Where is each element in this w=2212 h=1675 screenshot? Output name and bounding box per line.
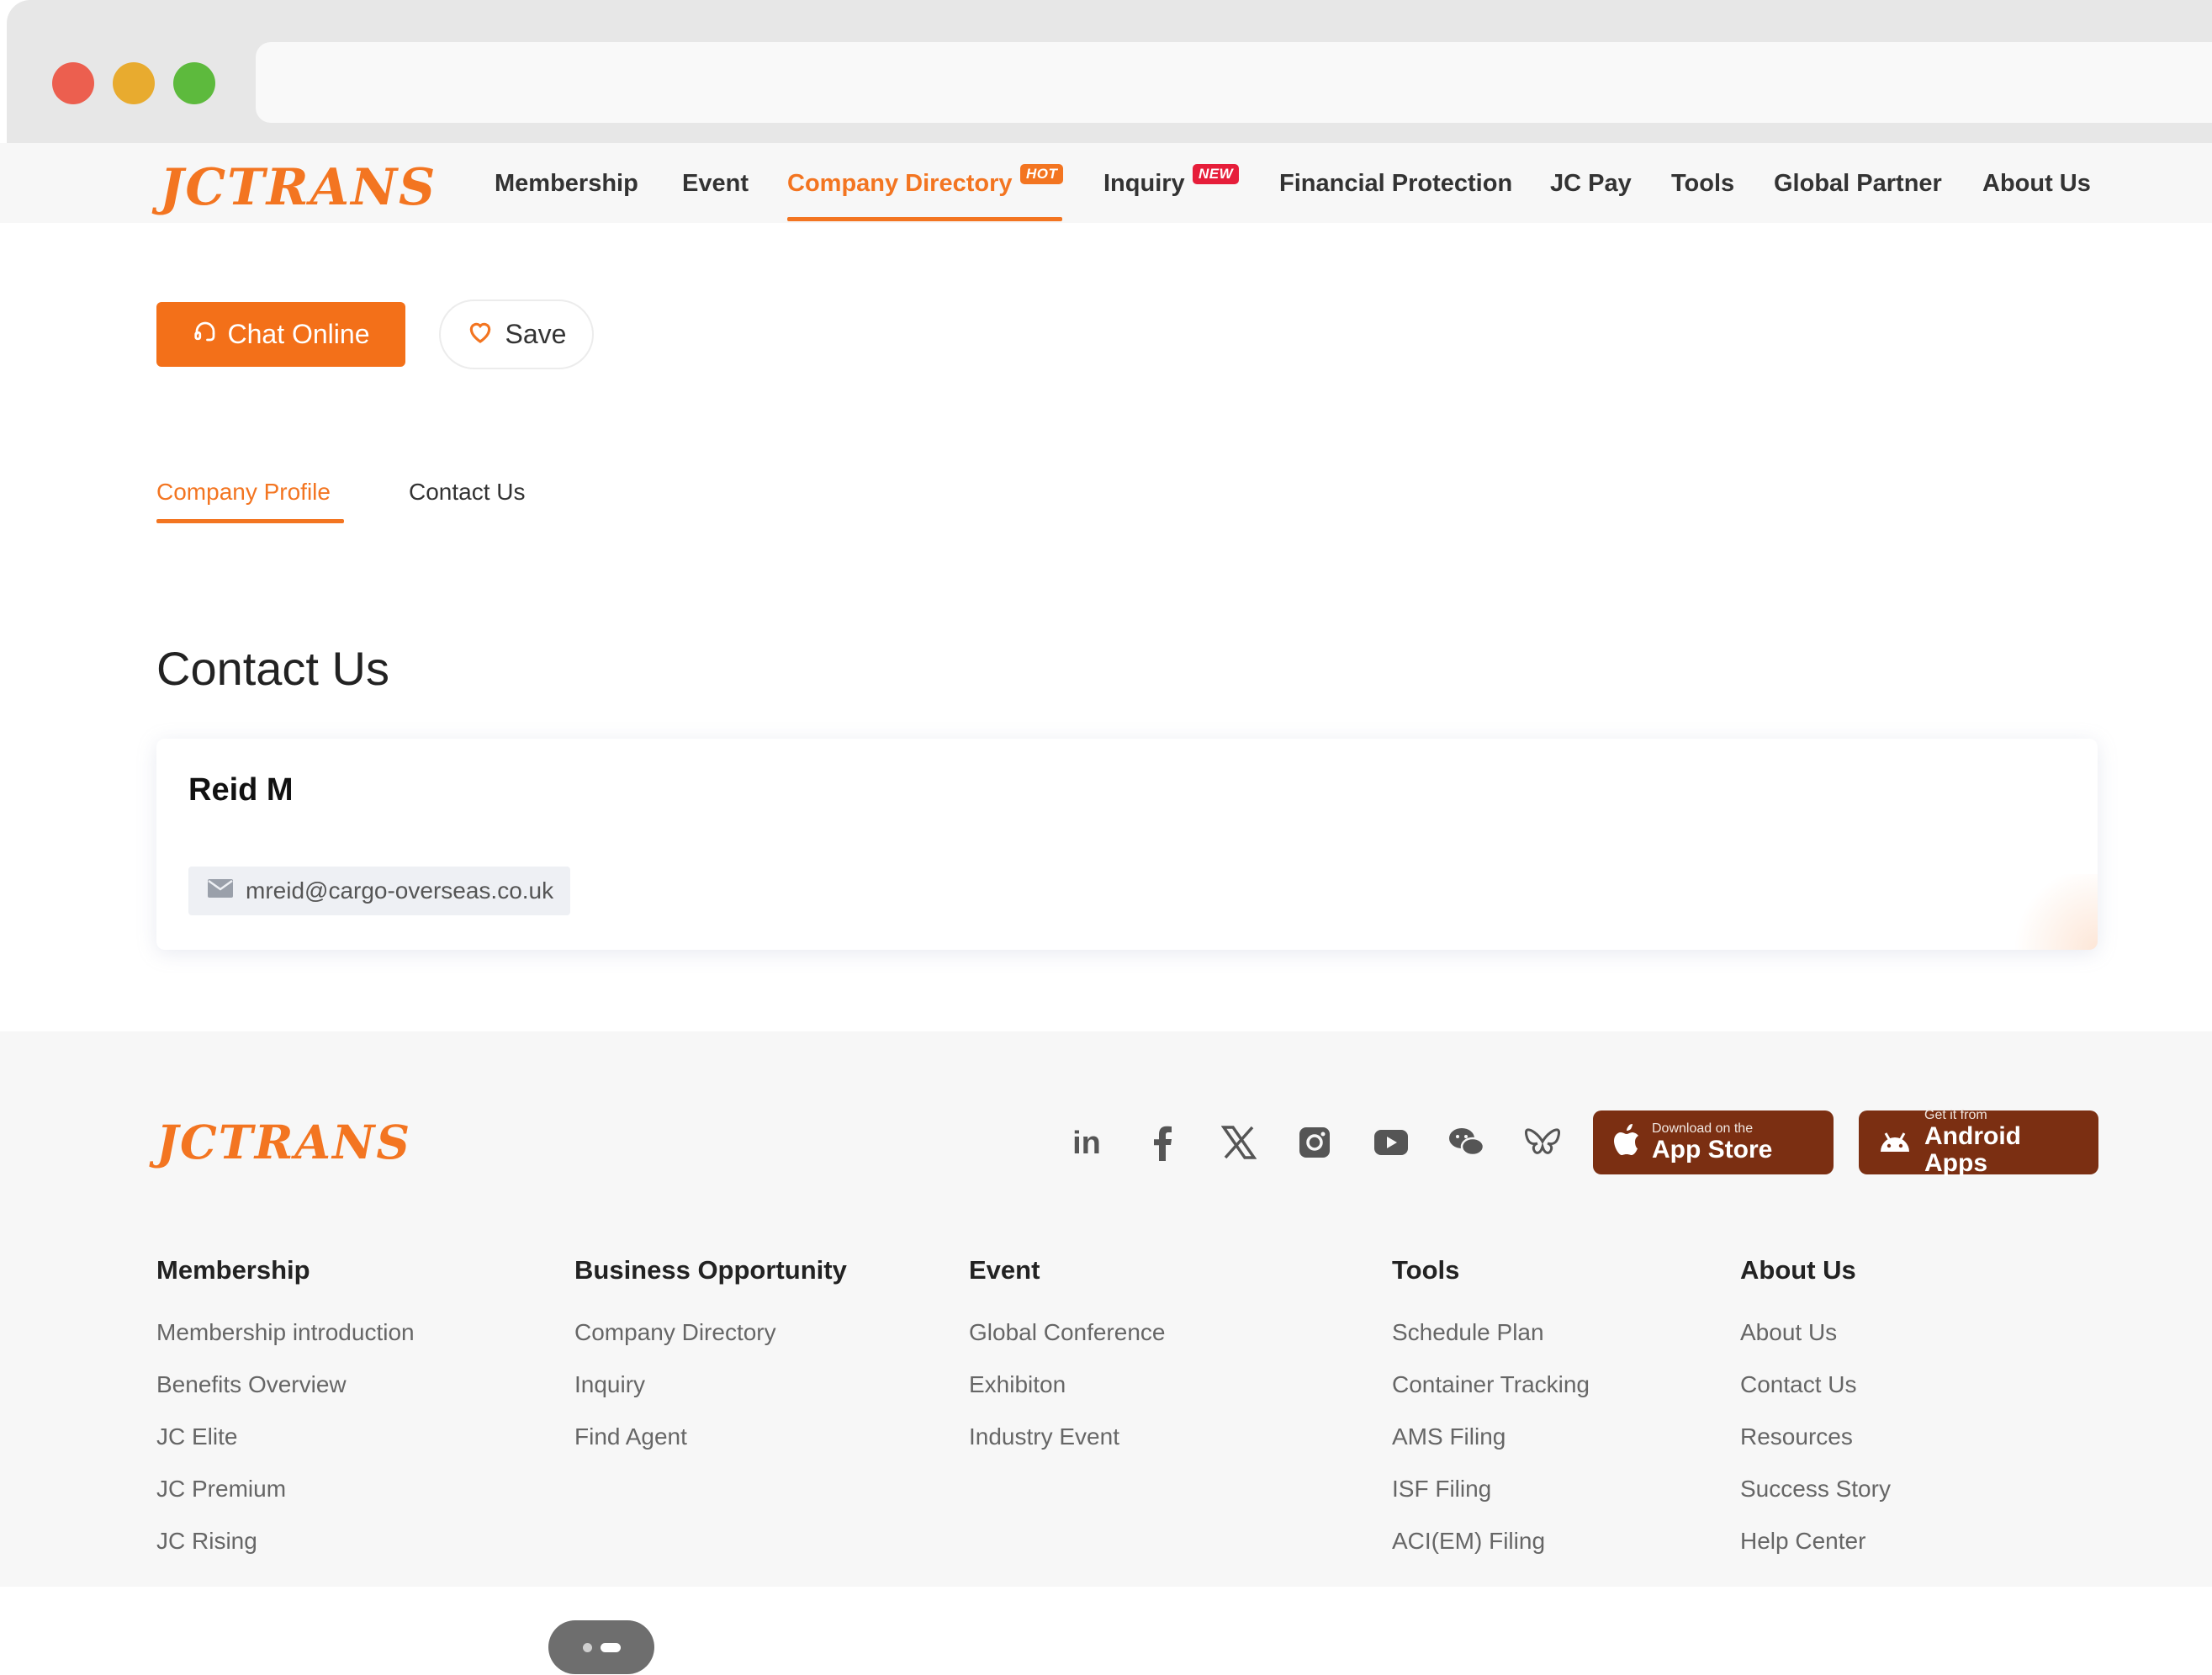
footer-link[interactable]: Find Agent [574,1421,687,1453]
footer-link[interactable]: Resources [1740,1421,1853,1453]
app-store-caption: Download on the [1652,1121,1754,1136]
carousel-pager[interactable] [548,1620,654,1674]
footer-cutoff [0,1565,2212,1587]
nav-company-directory[interactable]: Company Directory [787,167,1013,200]
window-close-button[interactable] [52,62,94,104]
android-label: Android Apps [1924,1122,2021,1177]
save-button[interactable]: Save [439,299,594,369]
footer-logo[interactable]: JCTRANS [156,1116,411,1169]
address-bar[interactable] [256,42,2212,123]
contact-card: Reid M mreid@cargo-overseas.co.uk [156,739,2098,950]
wechat-icon[interactable] [1443,1119,1490,1166]
footer-link[interactable]: Industry Event [969,1421,1119,1453]
nav-event[interactable]: Event [682,167,749,200]
pager-dot-active[interactable] [600,1642,621,1652]
footer-link[interactable]: JC Premium [156,1473,286,1505]
footer-heading: About Us [1740,1255,1856,1285]
footer-link[interactable]: Company Directory [574,1317,776,1349]
nav-inquiry[interactable]: Inquiry [1103,167,1185,200]
svg-text:in: in [1072,1126,1101,1159]
footer-logo-text: JCTRANS [156,1115,412,1169]
instagram-icon[interactable] [1291,1119,1338,1166]
footer-link[interactable]: Benefits Overview [156,1369,347,1401]
site-logo[interactable]: JCTRANS [160,158,437,217]
section-title: Contact Us [156,642,389,695]
nav-financial-protection[interactable]: Financial Protection [1279,167,1512,200]
footer-link[interactable]: JC Rising [156,1525,257,1557]
footer-heading: Tools [1392,1255,1460,1285]
logo-text: JCTRANS [160,158,437,217]
youtube-icon[interactable] [1368,1119,1415,1166]
browser-chrome [7,0,2212,143]
new-badge: NEW [1193,164,1240,184]
footer-link[interactable]: Exhibiton [969,1369,1066,1401]
x-icon[interactable] [1215,1119,1262,1166]
footer-link[interactable]: ACI(EM) Filing [1392,1525,1545,1557]
nav-membership[interactable]: Membership [495,167,638,200]
footer-link[interactable]: AMS Filing [1392,1421,1506,1453]
linkedin-icon[interactable]: in [1063,1119,1110,1166]
window-maximize-button[interactable] [173,62,215,104]
nav-global-partner[interactable]: Global Partner [1774,167,1942,200]
heart-icon [467,319,494,351]
facebook-icon[interactable] [1139,1119,1186,1166]
contact-email: mreid@cargo-overseas.co.uk [246,877,554,904]
card-decoration [2005,874,2098,950]
chat-online-button[interactable]: Chat Online [156,302,405,367]
footer-link[interactable]: Help Center [1740,1525,1865,1557]
save-label: Save [505,319,567,349]
android-caption: Get it from [1924,1108,1987,1122]
tab-active-indicator [156,519,344,523]
tab-company-profile[interactable]: Company Profile [156,476,331,508]
android-icon [1877,1126,1913,1159]
nav-jc-pay[interactable]: JC Pay [1550,167,1632,200]
app-store-text: Download on the App Store [1652,1121,1772,1163]
window-minimize-button[interactable] [113,62,155,104]
apple-icon [1611,1123,1640,1162]
app-store-button[interactable]: Download on the App Store [1593,1110,1834,1174]
footer-link[interactable]: Contact Us [1740,1369,1857,1401]
footer-link[interactable]: JC Elite [156,1421,237,1453]
footer-link[interactable]: Global Conference [969,1317,1165,1349]
footer-link[interactable]: Success Story [1740,1473,1891,1505]
footer-link[interactable]: About Us [1740,1317,1837,1349]
chat-online-label: Chat Online [227,319,370,349]
footer-heading: Event [969,1255,1040,1285]
footer-link[interactable]: Inquiry [574,1369,645,1401]
footer-link[interactable]: Container Tracking [1392,1369,1590,1401]
headset-icon [193,319,218,351]
nav-active-indicator [787,217,1062,221]
footer-link[interactable]: Schedule Plan [1392,1317,1544,1349]
app-store-label: App Store [1652,1136,1773,1163]
footer-heading: Membership [156,1255,310,1285]
footer-link[interactable]: ISF Filing [1392,1473,1491,1505]
footer-link[interactable]: Membership introduction [156,1317,415,1349]
tab-contact-us[interactable]: Contact Us [409,476,526,508]
nav-tools[interactable]: Tools [1671,167,1734,200]
contact-name: Reid M [188,772,294,808]
mail-icon [207,877,234,904]
nav-about-us[interactable]: About Us [1982,167,2091,200]
android-apps-button[interactable]: Get it from Android Apps [1859,1108,2098,1177]
email-chip[interactable]: mreid@cargo-overseas.co.uk [188,867,571,915]
bluesky-icon[interactable] [1519,1119,1566,1166]
pager-dot[interactable] [582,1642,592,1652]
footer-heading: Business Opportunity [574,1255,847,1285]
android-text: Get it from Android Apps [1924,1108,2080,1177]
hot-badge: HOT [1020,164,1064,184]
